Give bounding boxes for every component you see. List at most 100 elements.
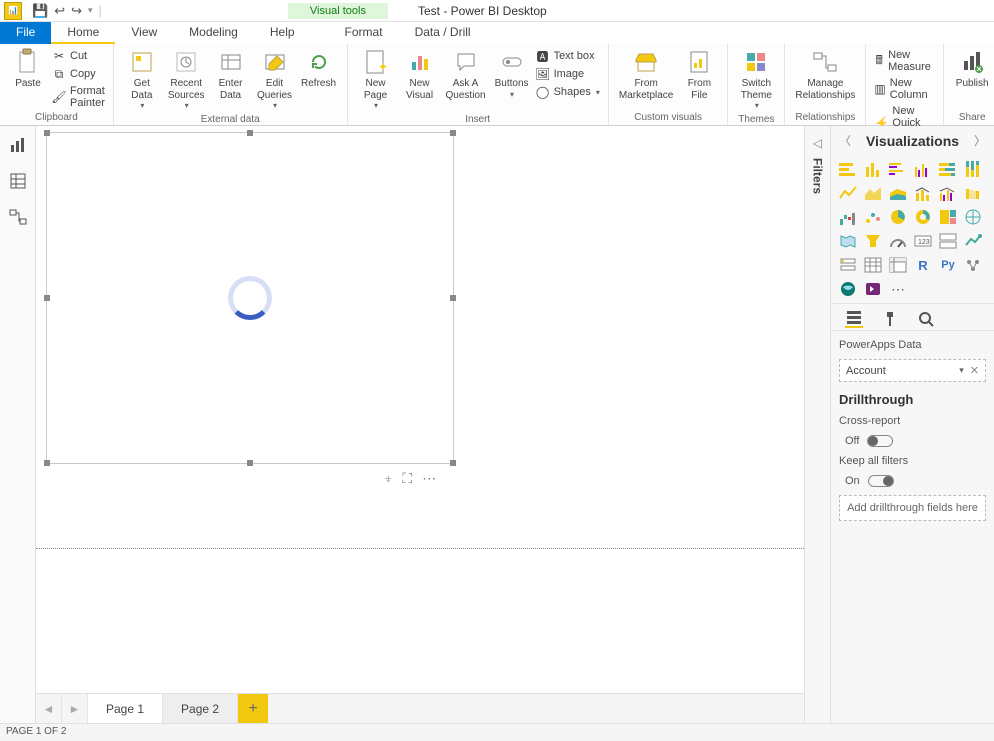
hundred-stacked-column-icon[interactable] [962, 159, 984, 179]
kpi-icon[interactable] [962, 231, 984, 251]
area-chart-icon[interactable] [862, 183, 884, 203]
new-measure-button[interactable]: 🖩New Measure [872, 48, 937, 74]
visual-container[interactable] [46, 132, 454, 464]
publish-button[interactable]: Publish [950, 46, 994, 92]
page-tab-1[interactable]: Page 1 [88, 694, 163, 723]
filled-map-icon[interactable] [837, 231, 859, 251]
shapes-button[interactable]: ◯Shapes [534, 84, 602, 100]
clustered-column-chart-icon[interactable] [912, 159, 934, 179]
buttons-button[interactable]: Buttons [490, 46, 534, 101]
ask-a-question-button[interactable]: Ask AQuestion [442, 46, 490, 103]
resize-handle[interactable] [44, 460, 50, 466]
format-painter-button[interactable]: 🖌Format Painter [50, 84, 107, 110]
tab-modeling[interactable]: Modeling [173, 22, 254, 44]
keep-filters-toggle[interactable] [868, 475, 894, 487]
tab-file[interactable]: File [0, 22, 51, 44]
resize-handle[interactable] [450, 295, 456, 301]
resize-handle[interactable] [44, 295, 50, 301]
focus-mode-icon[interactable]: ⛶ [402, 470, 412, 487]
slicer-icon[interactable] [837, 255, 859, 275]
edit-queries-button[interactable]: EditQueries [253, 46, 297, 112]
card-icon[interactable]: 123 [912, 231, 934, 251]
undo-icon[interactable]: ↩ [54, 3, 65, 19]
analytics-tab-icon[interactable] [917, 310, 935, 328]
new-page-button[interactable]: ✦NewPage [354, 46, 398, 112]
waterfall-chart-icon[interactable] [837, 207, 859, 227]
copy-button[interactable]: ⧉Copy [50, 66, 107, 82]
stacked-bar-chart-icon[interactable] [837, 159, 859, 179]
data-view-button[interactable] [7, 170, 29, 192]
collapse-right-icon[interactable]: 〉 [974, 132, 986, 149]
line-chart-icon[interactable] [837, 183, 859, 203]
hundred-stacked-bar-icon[interactable] [937, 159, 959, 179]
report-view-button[interactable] [7, 134, 29, 156]
page-prev-button[interactable]: ◄ [36, 694, 62, 723]
cross-report-toggle[interactable] [867, 435, 893, 447]
from-marketplace-button[interactable]: FromMarketplace [615, 46, 677, 103]
filters-label[interactable]: Filters [811, 158, 825, 194]
resize-handle[interactable] [450, 130, 456, 136]
resize-handle[interactable] [44, 130, 50, 136]
pie-chart-icon[interactable] [887, 207, 909, 227]
field-well[interactable]: Account ▾ ✕ [839, 359, 986, 382]
filter-icon[interactable]: ⍖ [384, 470, 392, 487]
switch-theme-button[interactable]: SwitchTheme [734, 46, 778, 112]
page-tab-2[interactable]: Page 2 [163, 694, 238, 723]
refresh-button[interactable]: Refresh [297, 46, 341, 92]
recent-sources-button[interactable]: RecentSources [164, 46, 209, 112]
map-icon[interactable] [962, 207, 984, 227]
more-options-icon[interactable]: ⋯ [422, 470, 436, 487]
remove-field-icon[interactable]: ✕ [970, 364, 979, 377]
fields-tab-icon[interactable] [845, 310, 863, 328]
stacked-area-chart-icon[interactable] [887, 183, 909, 203]
resize-handle[interactable] [247, 130, 253, 136]
drillthrough-drop-well[interactable]: Add drillthrough fields here [839, 495, 986, 521]
collapse-left-icon[interactable]: 〈 [839, 132, 851, 149]
visual-tools-tab[interactable]: Visual tools [288, 3, 388, 19]
table-icon[interactable] [862, 255, 884, 275]
paste-button[interactable]: Paste [6, 46, 50, 92]
enter-data-button[interactable]: EnterData [209, 46, 253, 103]
tab-home[interactable]: Home [51, 22, 115, 44]
report-canvas[interactable]: ⍖ ⛶ ⋯ [36, 126, 804, 693]
arcgis-icon[interactable] [837, 279, 859, 299]
matrix-icon[interactable] [887, 255, 909, 275]
expand-filters-icon[interactable]: ◁ [813, 136, 822, 150]
new-visual-button[interactable]: NewVisual [398, 46, 442, 103]
get-data-button[interactable]: GetData [120, 46, 164, 112]
stacked-column-chart-icon[interactable] [862, 159, 884, 179]
textbox-button[interactable]: 🅰Text box [534, 48, 602, 64]
donut-chart-icon[interactable] [912, 207, 934, 227]
tab-format[interactable]: Format [329, 22, 399, 44]
from-file-button[interactable]: FromFile [677, 46, 721, 103]
new-column-button[interactable]: ▥New Column [872, 76, 937, 102]
scatter-chart-icon[interactable] [862, 207, 884, 227]
tab-help[interactable]: Help [254, 22, 311, 44]
tab-data-drill[interactable]: Data / Drill [399, 22, 487, 44]
model-view-button[interactable] [7, 206, 29, 228]
page-next-button[interactable]: ► [62, 694, 88, 723]
chevron-down-icon[interactable]: ▾ [959, 365, 964, 376]
funnel-icon[interactable] [862, 231, 884, 251]
treemap-icon[interactable] [937, 207, 959, 227]
key-influencers-icon[interactable] [962, 255, 984, 275]
tab-view[interactable]: View [115, 22, 173, 44]
redo-icon[interactable]: ↪ [71, 3, 82, 19]
r-visual-icon[interactable]: R [912, 255, 934, 275]
line-stacked-column-icon[interactable] [912, 183, 934, 203]
more-visuals-icon[interactable]: ⋯ [887, 279, 909, 299]
line-clustered-column-icon[interactable] [937, 183, 959, 203]
multi-row-card-icon[interactable] [937, 231, 959, 251]
add-page-button[interactable]: + [238, 694, 268, 723]
python-visual-icon[interactable]: Py [937, 255, 959, 275]
image-button[interactable]: 🖼Image [534, 66, 602, 82]
resize-handle[interactable] [247, 460, 253, 466]
cut-button[interactable]: ✂Cut [50, 48, 107, 64]
resize-handle[interactable] [450, 460, 456, 466]
qat-dropdown-icon[interactable]: ▾ [88, 5, 93, 16]
save-icon[interactable]: 💾 [32, 3, 48, 19]
powerapps-visual-icon[interactable] [862, 279, 884, 299]
manage-relationships-button[interactable]: ManageRelationships [791, 46, 859, 103]
clustered-bar-chart-icon[interactable] [887, 159, 909, 179]
format-tab-icon[interactable] [881, 310, 899, 328]
